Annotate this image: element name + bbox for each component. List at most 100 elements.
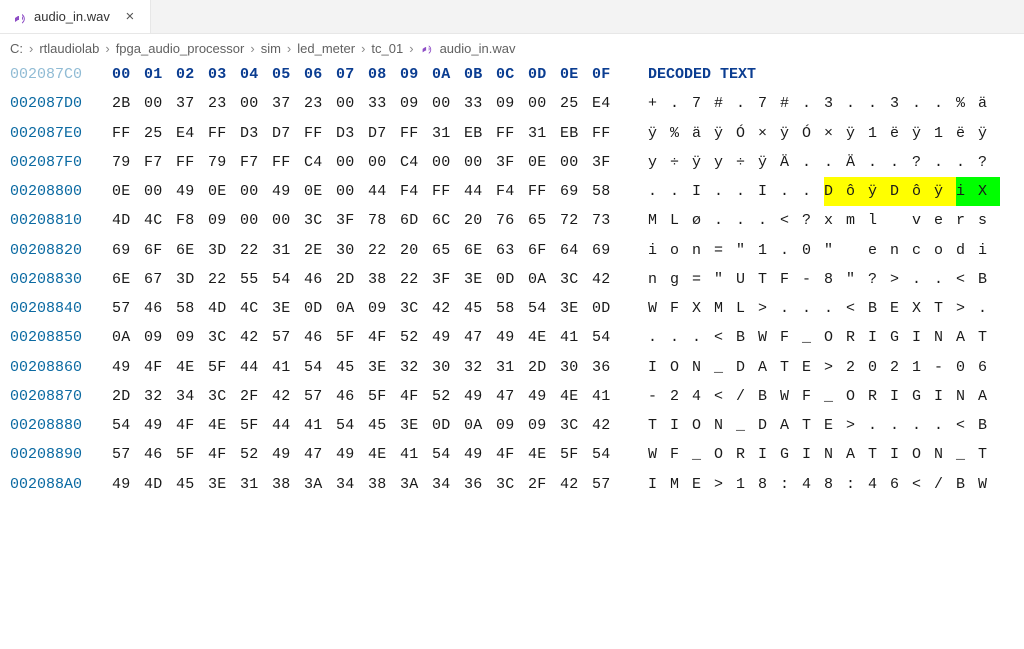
hex-byte[interactable]: 4E bbox=[176, 353, 208, 382]
decoded-char[interactable]: O bbox=[846, 382, 868, 411]
decoded-char[interactable]: O bbox=[670, 353, 692, 382]
hex-byte[interactable]: 49 bbox=[464, 382, 496, 411]
decoded-char[interactable]: e bbox=[934, 206, 956, 235]
hex-byte[interactable]: 3E bbox=[368, 353, 400, 382]
decoded-char[interactable]: > bbox=[846, 411, 868, 440]
decoded-char[interactable]: . bbox=[780, 236, 802, 265]
row-decoded[interactable]: TION_DATE>....<B bbox=[648, 411, 1018, 440]
hex-byte[interactable]: D7 bbox=[272, 119, 304, 148]
decoded-char[interactable]: B bbox=[758, 382, 780, 411]
hex-byte[interactable]: 47 bbox=[464, 323, 496, 352]
hex-byte[interactable]: 0E bbox=[112, 177, 144, 206]
hex-byte[interactable]: 49 bbox=[112, 353, 144, 382]
decoded-char[interactable]: . bbox=[648, 323, 670, 352]
hex-byte[interactable]: 69 bbox=[592, 236, 624, 265]
decoded-char[interactable]: . bbox=[714, 177, 736, 206]
decoded-char[interactable]: T bbox=[648, 411, 670, 440]
hex-byte[interactable]: 4F bbox=[496, 440, 528, 469]
hex-byte[interactable]: 49 bbox=[272, 177, 304, 206]
hex-byte[interactable]: 4D bbox=[208, 294, 240, 323]
hex-byte[interactable]: 58 bbox=[176, 294, 208, 323]
decoded-char[interactable]: . bbox=[890, 148, 912, 177]
hex-byte[interactable]: FF bbox=[400, 119, 432, 148]
decoded-char[interactable]: x bbox=[824, 206, 846, 235]
hex-byte[interactable]: 58 bbox=[496, 294, 528, 323]
decoded-char[interactable]: . bbox=[934, 265, 956, 294]
decoded-char[interactable]: . bbox=[824, 294, 846, 323]
decoded-char[interactable]: . bbox=[670, 89, 692, 118]
decoded-char[interactable]: > bbox=[890, 265, 912, 294]
decoded-char[interactable]: . bbox=[890, 411, 912, 440]
decoded-char[interactable]: Ó bbox=[736, 119, 758, 148]
decoded-char[interactable]: > bbox=[824, 353, 846, 382]
decoded-char[interactable]: M bbox=[670, 470, 692, 499]
hex-row[interactable]: 002087F079F7FF79F7FFC40000C400003F0E003F… bbox=[10, 148, 1014, 177]
hex-byte[interactable]: 54 bbox=[272, 265, 304, 294]
decoded-char[interactable]: F bbox=[780, 265, 802, 294]
row-bytes[interactable]: 54494F4E5F444154453E0D0A09093C42 bbox=[112, 411, 634, 440]
decoded-char[interactable]: e bbox=[868, 236, 890, 265]
decoded-char[interactable]: - bbox=[802, 265, 824, 294]
decoded-char[interactable]: 1 bbox=[868, 119, 890, 148]
crumb[interactable]: C: bbox=[10, 41, 23, 56]
decoded-char[interactable]: . bbox=[780, 294, 802, 323]
row-bytes[interactable]: 0E00490E00490E0044F4FF44F4FF6958 bbox=[112, 177, 634, 206]
decoded-char[interactable]: + bbox=[648, 89, 670, 118]
decoded-char[interactable]: 4 bbox=[802, 470, 824, 499]
decoded-char[interactable]: I bbox=[890, 382, 912, 411]
hex-byte[interactable]: 00 bbox=[144, 177, 176, 206]
hex-byte[interactable]: 00 bbox=[560, 148, 592, 177]
crumb[interactable]: led_meter bbox=[297, 41, 355, 56]
hex-byte[interactable]: F4 bbox=[400, 177, 432, 206]
decoded-char[interactable]: 0 bbox=[956, 353, 978, 382]
hex-byte[interactable]: 30 bbox=[336, 236, 368, 265]
hex-byte[interactable]: 3C bbox=[560, 411, 592, 440]
decoded-char[interactable]: . bbox=[912, 265, 934, 294]
hex-byte[interactable]: 00 bbox=[144, 89, 176, 118]
hex-byte[interactable]: 6E bbox=[112, 265, 144, 294]
hex-byte[interactable]: 22 bbox=[240, 236, 272, 265]
hex-byte[interactable]: 44 bbox=[368, 177, 400, 206]
hex-byte[interactable]: 09 bbox=[496, 89, 528, 118]
decoded-char[interactable]: A bbox=[956, 323, 978, 352]
hex-byte[interactable]: 41 bbox=[560, 323, 592, 352]
hex-byte[interactable]: 3C bbox=[208, 323, 240, 352]
hex-byte[interactable]: 00 bbox=[272, 206, 304, 235]
decoded-char[interactable]: l bbox=[868, 206, 890, 235]
decoded-char[interactable]: i bbox=[956, 177, 978, 206]
decoded-char[interactable]: L bbox=[670, 206, 692, 235]
decoded-char[interactable]: _ bbox=[714, 353, 736, 382]
hex-byte[interactable]: 49 bbox=[272, 440, 304, 469]
decoded-char[interactable]: D bbox=[736, 353, 758, 382]
hex-byte[interactable]: 47 bbox=[496, 382, 528, 411]
decoded-char[interactable]: . bbox=[912, 411, 934, 440]
decoded-char[interactable]: n bbox=[692, 236, 714, 265]
row-bytes[interactable]: 2B0037230037230033090033090025E4 bbox=[112, 89, 634, 118]
decoded-char[interactable]: ÿ bbox=[934, 177, 956, 206]
decoded-char[interactable]: R bbox=[736, 440, 758, 469]
hex-byte[interactable]: 0E bbox=[304, 177, 336, 206]
decoded-char[interactable]: ÿ bbox=[714, 119, 736, 148]
decoded-char[interactable]: ä bbox=[692, 119, 714, 148]
decoded-char[interactable]: . bbox=[934, 89, 956, 118]
decoded-char[interactable]: E bbox=[802, 353, 824, 382]
row-decoded[interactable]: WF_ORIGINATION_T bbox=[648, 440, 1018, 469]
row-bytes[interactable]: 2D32343C2F4257465F4F524947494E41 bbox=[112, 382, 634, 411]
decoded-char[interactable]: . bbox=[670, 323, 692, 352]
decoded-char[interactable]: " bbox=[714, 265, 736, 294]
hex-byte[interactable]: 54 bbox=[528, 294, 560, 323]
hex-byte[interactable]: 09 bbox=[400, 89, 432, 118]
hex-byte[interactable]: FF bbox=[592, 119, 624, 148]
decoded-char[interactable]: . bbox=[802, 148, 824, 177]
hex-byte[interactable]: 0A bbox=[112, 323, 144, 352]
hex-byte[interactable]: 4E bbox=[528, 440, 560, 469]
decoded-char[interactable]: . bbox=[802, 89, 824, 118]
decoded-char[interactable]: . bbox=[802, 294, 824, 323]
hex-row[interactable]: 002088405746584D4C3E0D0A093C424558543E0D… bbox=[10, 294, 1014, 323]
decoded-char[interactable]: T bbox=[934, 294, 956, 323]
decoded-char[interactable]: X bbox=[978, 177, 1000, 206]
hex-byte[interactable]: 30 bbox=[560, 353, 592, 382]
hex-byte[interactable]: 46 bbox=[304, 265, 336, 294]
decoded-char[interactable]: U bbox=[736, 265, 758, 294]
hex-byte[interactable]: 54 bbox=[592, 440, 624, 469]
